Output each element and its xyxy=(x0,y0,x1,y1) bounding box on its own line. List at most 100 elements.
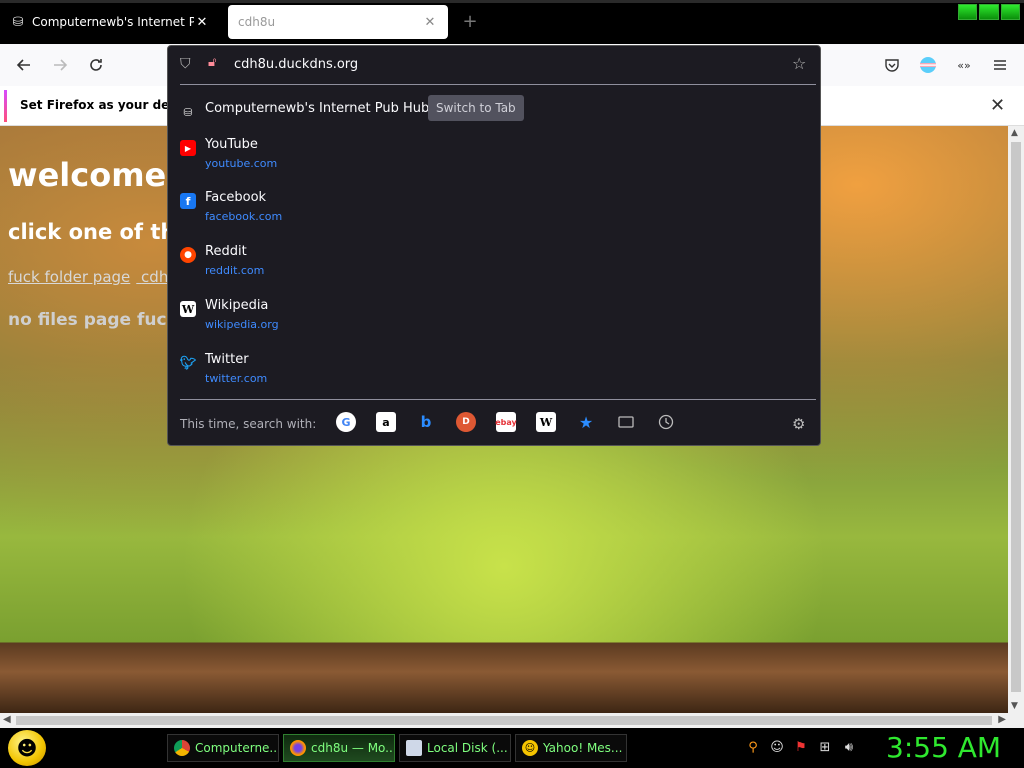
extensions-button[interactable]: «» xyxy=(952,53,976,77)
account-button[interactable] xyxy=(916,53,940,77)
flag-icon[interactable]: ⚑ xyxy=(792,738,810,756)
google-icon[interactable]: G xyxy=(336,412,356,432)
taskbar-item-firefox[interactable]: cdh8u — Mo... xyxy=(283,734,395,762)
taskbar-item-local-disk[interactable]: Local Disk (... xyxy=(399,734,511,762)
result-title: Twitter xyxy=(205,352,249,367)
search-engine-row: This time, search with: G a b D ebay W ★… xyxy=(168,400,820,446)
amazon-icon[interactable]: a xyxy=(376,412,396,432)
twitter-icon: 🐦︎ xyxy=(179,355,197,371)
tab-strip: ⛁ Computernewb's Internet Pub Hub ✕ cdh8… xyxy=(0,0,1024,44)
result-url: reddit.com xyxy=(205,264,265,277)
pocket-button[interactable] xyxy=(880,53,904,77)
list-item[interactable]: 🐦︎ Twitter twitter.com xyxy=(168,352,820,402)
start-button[interactable]: ☻ xyxy=(8,730,46,766)
chrome-icon xyxy=(174,740,190,756)
insecure-lock-icon[interactable]: 🔓︎ xyxy=(208,55,216,70)
wikipedia-icon[interactable]: W xyxy=(536,412,556,432)
vertical-scrollbar[interactable]: ▲ ▼ xyxy=(1008,126,1024,713)
yahoo-messenger-icon: ☺ xyxy=(522,740,538,756)
messenger-tray-icon[interactable]: ☺ xyxy=(768,738,786,756)
search-with-label: This time, search with: xyxy=(180,417,317,431)
taskbar-item-label: Local Disk (... xyxy=(427,741,508,755)
tab-computernewb[interactable]: ⛁ Computernewb's Internet Pub Hub ✕ xyxy=(0,5,220,39)
menu-button[interactable] xyxy=(988,53,1012,77)
title-bar-line xyxy=(0,0,1024,3)
forward-arrow-icon xyxy=(54,59,68,71)
window-controls[interactable] xyxy=(958,4,1020,20)
result-url: wikipedia.org xyxy=(205,318,279,331)
new-tab-button[interactable]: + xyxy=(458,10,482,34)
youtube-icon: ▶ xyxy=(180,140,196,156)
result-title: Reddit xyxy=(205,244,247,259)
switch-to-tab-button[interactable]: Switch to Tab xyxy=(428,95,524,121)
forward-button[interactable] xyxy=(48,53,72,77)
url-input[interactable]: cdh8u.duckdns.org xyxy=(234,57,358,72)
account-icon xyxy=(920,57,936,73)
close-icon[interactable]: ✕ xyxy=(194,15,210,30)
tracking-protection-icon[interactable]: ⛉ xyxy=(180,56,191,72)
taskbar-item-chrome[interactable]: Computerne... xyxy=(167,734,279,762)
list-item[interactable]: ● Reddit reddit.com xyxy=(168,244,820,294)
scroll-left-icon[interactable]: ◀ xyxy=(3,714,11,725)
minimize-button[interactable] xyxy=(958,4,978,20)
bookmarks-icon[interactable]: ★ xyxy=(576,412,596,432)
firefox-icon xyxy=(290,740,306,756)
facebook-icon: f xyxy=(180,193,196,209)
pocket-icon xyxy=(885,59,899,72)
result-title: Facebook xyxy=(205,190,267,205)
back-arrow-icon xyxy=(16,59,30,71)
list-item[interactable]: ▶ YouTube youtube.com xyxy=(168,137,820,187)
reddit-icon: ● xyxy=(180,247,196,263)
disk-icon xyxy=(406,740,422,756)
close-window-button[interactable] xyxy=(1000,4,1020,20)
reload-button[interactable] xyxy=(84,53,108,77)
scroll-thumb[interactable] xyxy=(16,716,992,725)
tab-cdh8u[interactable]: cdh8u ✕ xyxy=(228,5,448,39)
gear-icon[interactable]: ⚙ xyxy=(792,415,805,433)
ebay-icon[interactable]: ebay xyxy=(495,412,517,432)
hamburger-menu-icon xyxy=(994,60,1006,70)
result-url: facebook.com xyxy=(205,210,283,223)
duckduckgo-icon[interactable]: D xyxy=(456,412,476,432)
computer-icon: ⛁ xyxy=(183,105,193,119)
taskbar-item-yahoo-messenger[interactable]: ☺ Yahoo! Mes... xyxy=(515,734,627,762)
extensions-icon: «» xyxy=(957,58,971,72)
divider xyxy=(180,84,816,85)
tab-label: cdh8u xyxy=(238,15,276,29)
clock[interactable]: 3:55 AM xyxy=(886,731,1001,764)
bing-icon[interactable]: b xyxy=(416,412,436,432)
list-item[interactable]: f Facebook facebook.com xyxy=(168,190,820,240)
wikipedia-icon: W xyxy=(180,301,196,317)
search-icon[interactable]: ⚲ xyxy=(744,738,762,756)
scroll-right-icon[interactable]: ▶ xyxy=(998,714,1006,725)
no-files-text: no files page fuck xyxy=(8,310,178,330)
taskbar: ☻ Computerne... cdh8u — Mo... Local Disk… xyxy=(0,728,1024,768)
result-url: youtube.com xyxy=(205,157,278,170)
page-subheading: click one of th xyxy=(8,220,176,244)
result-title: Computernewb's Internet Pub Hub xyxy=(205,101,430,116)
url-input-row[interactable]: ⛉ 🔓︎ cdh8u.duckdns.org ☆ xyxy=(168,46,820,84)
network-icon[interactable]: ⊞ xyxy=(816,738,834,756)
result-url: twitter.com xyxy=(205,372,268,385)
list-item[interactable]: W Wikipedia wikipedia.org xyxy=(168,298,820,348)
tabs-icon[interactable] xyxy=(616,412,636,432)
back-button[interactable] xyxy=(12,53,36,77)
page-links: fuck folder page cdh8 xyxy=(8,268,184,286)
scroll-down-icon[interactable]: ▼ xyxy=(1011,701,1018,711)
volume-icon[interactable]: 🔊︎ xyxy=(840,738,858,756)
history-icon[interactable] xyxy=(656,412,676,432)
maximize-button[interactable] xyxy=(979,4,999,20)
notification-accent xyxy=(4,90,7,122)
taskbar-item-label: Yahoo! Mes... xyxy=(543,741,623,755)
bookmark-star-icon[interactable]: ☆ xyxy=(792,54,806,73)
horizontal-scrollbar[interactable]: ◀ ▶ xyxy=(0,713,1024,728)
scroll-thumb[interactable] xyxy=(1011,142,1021,692)
tab-label: Computernewb's Internet Pub Hub xyxy=(32,15,194,29)
taskbar-item-label: Computerne... xyxy=(195,741,279,755)
computer-icon: ⛁ xyxy=(12,14,24,30)
close-icon[interactable]: ✕ xyxy=(422,15,438,30)
close-icon[interactable]: ✕ xyxy=(990,95,1005,116)
folder-page-link[interactable]: fuck folder page xyxy=(8,268,130,286)
scroll-up-icon[interactable]: ▲ xyxy=(1011,128,1018,138)
result-title: YouTube xyxy=(205,137,258,152)
